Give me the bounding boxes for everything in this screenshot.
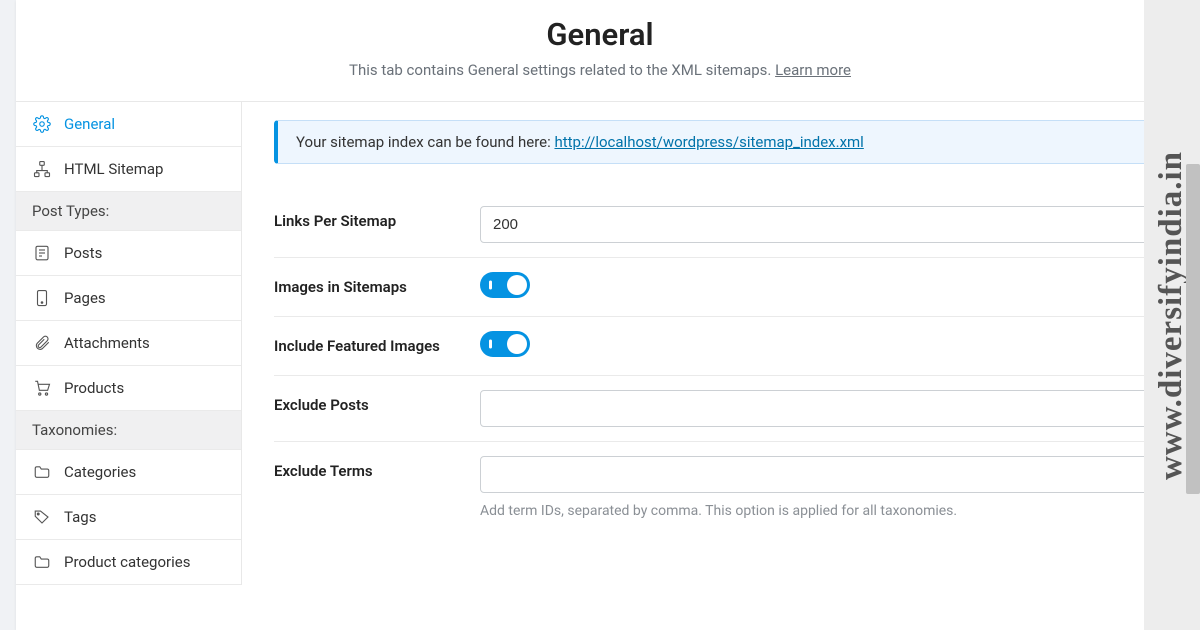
folder-icon bbox=[32, 462, 52, 482]
settings-panel: General This tab contains General settin… bbox=[16, 0, 1184, 630]
sidebar-group-taxonomies: Taxonomies: bbox=[16, 411, 241, 450]
clip-icon bbox=[32, 333, 52, 353]
sidebar-item-label: HTML Sitemap bbox=[64, 160, 164, 178]
page-description: This tab contains General settings relat… bbox=[16, 61, 1184, 79]
sidebar-item-label: Attachments bbox=[64, 334, 150, 352]
field-label: Exclude Posts bbox=[274, 390, 480, 414]
main-content: Your sitemap index can be found here: ht… bbox=[242, 102, 1184, 585]
page-icon bbox=[32, 288, 52, 308]
sidebar-item-html-sitemap[interactable]: HTML Sitemap bbox=[16, 147, 241, 192]
page-title: General bbox=[16, 16, 1184, 53]
sitemap-url-link[interactable]: http://localhost/wordpress/sitemap_index… bbox=[554, 133, 863, 151]
sidebar-item-products[interactable]: Products bbox=[16, 366, 241, 411]
sidebar-item-attachments[interactable]: Attachments bbox=[16, 321, 241, 366]
scrollbar-thumb[interactable] bbox=[1186, 164, 1200, 494]
sidebar-item-label: Pages bbox=[64, 289, 106, 307]
field-exclude-terms: Exclude Terms Add term IDs, separated by… bbox=[274, 442, 1152, 533]
sidebar-item-categories[interactable]: Categories bbox=[16, 450, 241, 495]
sidebar-item-product-categories[interactable]: Product categories bbox=[16, 540, 241, 585]
exclude-terms-help: Add term IDs, separated by comma. This o… bbox=[480, 503, 1152, 519]
field-label: Images in Sitemaps bbox=[274, 272, 480, 296]
sidebar-item-pages[interactable]: Pages bbox=[16, 276, 241, 321]
gear-icon bbox=[32, 114, 52, 134]
tag-icon bbox=[32, 507, 52, 527]
page-header: General This tab contains General settin… bbox=[16, 0, 1184, 102]
links-per-sitemap-input[interactable] bbox=[480, 206, 1152, 243]
sidebar-item-label: Posts bbox=[64, 244, 102, 262]
sidebar-item-label: Categories bbox=[64, 463, 136, 481]
exclude-terms-input[interactable] bbox=[480, 456, 1152, 493]
sidebar-item-tags[interactable]: Tags bbox=[16, 495, 241, 540]
sidebar: General HTML Sitemap Post Types: Posts P… bbox=[16, 102, 242, 585]
field-include-featured: Include Featured Images bbox=[274, 317, 1152, 376]
sitemap-icon bbox=[32, 159, 52, 179]
sidebar-item-label: Products bbox=[64, 379, 124, 397]
field-label: Exclude Terms bbox=[274, 456, 480, 480]
sitemap-notice: Your sitemap index can be found here: ht… bbox=[274, 120, 1152, 164]
learn-more-link[interactable]: Learn more bbox=[775, 61, 851, 79]
body: General HTML Sitemap Post Types: Posts P… bbox=[16, 102, 1184, 585]
sidebar-item-label: Product categories bbox=[64, 553, 190, 571]
include-featured-toggle[interactable] bbox=[480, 331, 530, 357]
folder-icon bbox=[32, 552, 52, 572]
watermark: www.diversifyindia.in bbox=[1144, 0, 1200, 630]
cart-icon bbox=[32, 378, 52, 398]
field-exclude-posts: Exclude Posts bbox=[274, 376, 1152, 442]
images-in-sitemaps-toggle[interactable] bbox=[480, 272, 530, 298]
sidebar-item-posts[interactable]: Posts bbox=[16, 231, 241, 276]
sidebar-item-label: Tags bbox=[64, 508, 96, 526]
sidebar-group-post-types: Post Types: bbox=[16, 192, 241, 231]
post-icon bbox=[32, 243, 52, 263]
field-images-in-sitemaps: Images in Sitemaps bbox=[274, 258, 1152, 317]
field-links-per-sitemap: Links Per Sitemap bbox=[274, 192, 1152, 258]
exclude-posts-input[interactable] bbox=[480, 390, 1152, 427]
field-label: Include Featured Images bbox=[274, 331, 480, 355]
sidebar-item-general[interactable]: General bbox=[16, 102, 241, 147]
sidebar-item-label: General bbox=[64, 115, 115, 133]
field-label: Links Per Sitemap bbox=[274, 206, 480, 230]
